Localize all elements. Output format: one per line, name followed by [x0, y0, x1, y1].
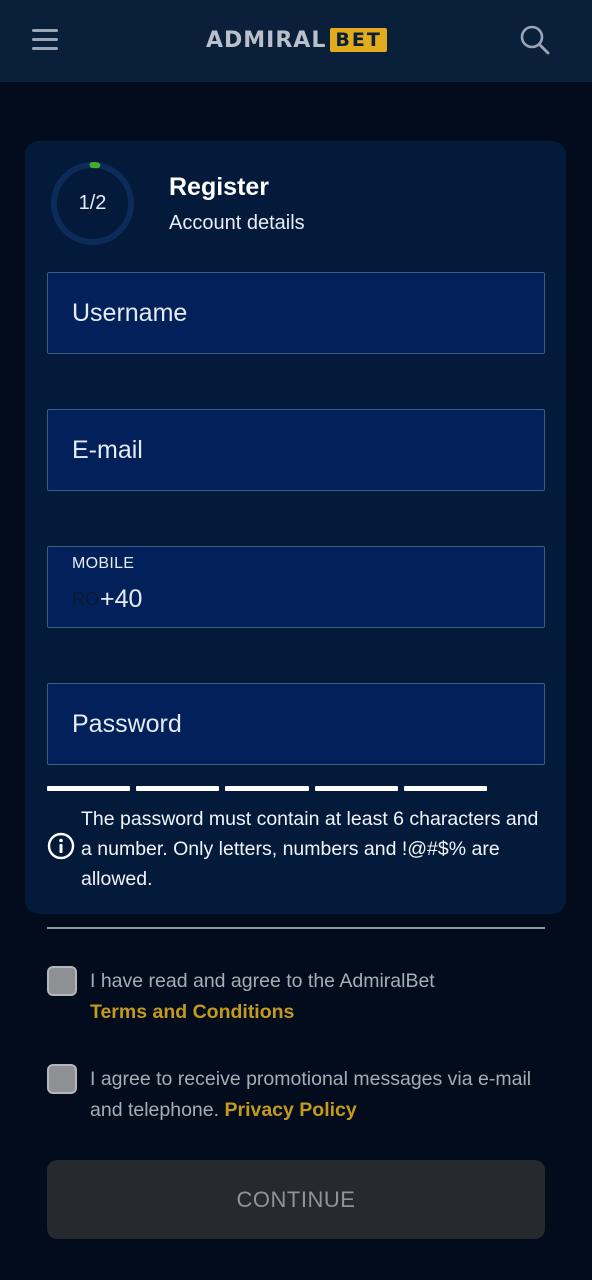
info-icon — [47, 832, 75, 860]
password-strength-meter — [47, 786, 488, 791]
password-field[interactable]: Password — [47, 683, 545, 765]
logo-accent: BET — [330, 28, 387, 52]
terms-link[interactable]: Terms and Conditions — [90, 1001, 294, 1023]
promo-consent-text: I agree to receive promotional messages … — [90, 1064, 560, 1126]
logo[interactable]: ADMIRAL BET — [206, 26, 387, 54]
divider — [47, 927, 545, 929]
terms-checkbox[interactable] — [47, 966, 77, 996]
terms-consent-text: I have read and agree to the AdmiralBet … — [90, 966, 550, 1028]
password-hint: The password must contain at least 6 cha… — [81, 808, 539, 890]
dial-prefix: +40 — [100, 585, 143, 613]
strength-segment — [314, 786, 398, 791]
username-field[interactable]: Username — [47, 272, 545, 354]
privacy-link[interactable]: Privacy Policy — [224, 1099, 356, 1121]
strength-segment — [136, 786, 220, 791]
email-placeholder: E-mail — [72, 436, 143, 464]
logo-text: ADMIRAL — [206, 27, 327, 53]
terms-text: I have read and agree to the AdmiralBet — [90, 970, 435, 992]
page-subtitle: Account details — [169, 212, 305, 234]
strength-segment — [47, 786, 131, 791]
top-bar: ADMIRAL BET — [0, 0, 592, 82]
continue-button[interactable]: CONTINUE — [47, 1160, 545, 1239]
strength-segment — [403, 786, 488, 791]
page-title: Register — [169, 173, 270, 201]
step-indicator: 1/2 — [78, 192, 107, 214]
country-code[interactable]: RO — [72, 589, 99, 610]
mobile-label: MOBILE — [72, 555, 135, 572]
promo-checkbox[interactable] — [47, 1064, 77, 1094]
search-icon[interactable] — [519, 24, 551, 56]
hamburger-menu-icon[interactable] — [32, 27, 58, 51]
registration-card — [25, 141, 566, 914]
email-field[interactable]: E-mail — [47, 409, 545, 491]
password-placeholder: Password — [72, 710, 182, 738]
mobile-field[interactable]: MOBILE RO +40 — [47, 546, 545, 628]
strength-segment — [225, 786, 309, 791]
username-placeholder: Username — [72, 299, 188, 327]
